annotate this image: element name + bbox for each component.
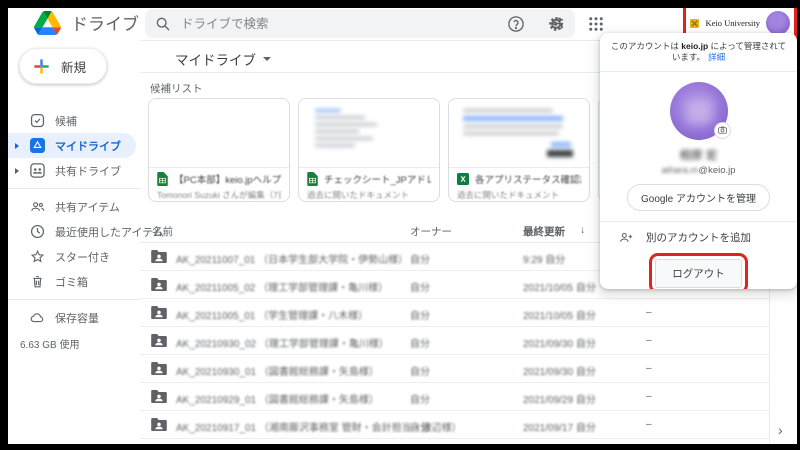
- org-name: Keio University: [705, 18, 760, 28]
- account-popup: このアカウントは keio.jp によって管理されています。詳細 相原 宏 ai…: [600, 33, 797, 289]
- suggestion-card[interactable]: 【PC本部】keio.jpヘルプデ… Tomonori Suzuki さんが編集…: [148, 98, 290, 202]
- page-title: マイドライブ: [175, 49, 256, 69]
- table-row[interactable]: AK_20210930_01 （図書館総務課・矢島様） 自分 2021/09/3…: [140, 355, 769, 383]
- help-icon[interactable]: [507, 15, 525, 33]
- card-thumbnail: [449, 99, 589, 168]
- add-account-item[interactable]: 別のアカウントを追加: [600, 222, 797, 253]
- sidebar-item-starred[interactable]: スター付き: [8, 244, 140, 269]
- column-header-modified[interactable]: 最終更新: [523, 224, 565, 239]
- logout-button[interactable]: ログアウト: [655, 259, 742, 288]
- sidebar-item-shared-with-me[interactable]: 共有アイテム: [8, 194, 140, 219]
- account-display-name: 相原 宏: [600, 147, 797, 163]
- google-drive-window: ドライブ: [8, 8, 797, 444]
- expand-arrow-icon[interactable]: [15, 143, 19, 149]
- storage-used-text: 6.63 GB 使用: [20, 336, 152, 351]
- page-title-dropdown[interactable]: マイドライブ: [175, 49, 271, 69]
- card-title: 各アプリステータス確認記…: [475, 172, 581, 186]
- avatar-large: [670, 82, 728, 140]
- column-header-owner[interactable]: オーナー: [410, 224, 452, 239]
- new-button[interactable]: 新規: [19, 48, 107, 84]
- table-row[interactable]: AK_20210917_01 （湘南藤沢事務室 管財・会計担当・渡辺様） 自分 …: [140, 411, 769, 439]
- shared-folder-icon: [151, 362, 167, 375]
- person-add-icon: [618, 231, 633, 244]
- drive-logo[interactable]: ドライブ: [34, 10, 139, 35]
- shared-folder-icon: [151, 306, 167, 319]
- clock-icon: [30, 224, 45, 239]
- details-link[interactable]: 詳細: [708, 52, 725, 62]
- table-row[interactable]: AK_20211005_01 （学生管理課・八木様） 自分 2021/10/05…: [140, 299, 769, 327]
- account-email: aihara.m@keio.jp: [600, 165, 797, 176]
- my-drive-icon: [30, 138, 45, 153]
- sidebar-nav: 候補 マイドライブ 共有ドライブ: [8, 108, 140, 351]
- settings-gear-icon[interactable]: [547, 15, 565, 33]
- sidebar-item-my-drive[interactable]: マイドライブ: [8, 133, 136, 158]
- avatar[interactable]: [766, 11, 790, 35]
- table-row[interactable]: AK_20210929_01 （図書館総務課・矢島様） 自分 2021/09/2…: [140, 383, 769, 411]
- shared-folder-icon: [151, 250, 167, 263]
- cloud-icon: [30, 310, 45, 325]
- sort-descending-icon[interactable]: ↓: [580, 224, 585, 236]
- card-title: チェックシート_JPアドレス…: [324, 172, 431, 186]
- expand-arrow-icon[interactable]: [15, 168, 19, 174]
- table-row[interactable]: AK_20210930_02 （理工学部管理課・亀川様） 自分 2021/09/…: [140, 327, 769, 355]
- search-icon: [155, 16, 171, 32]
- topbar-actions: [507, 8, 605, 40]
- search-input[interactable]: [181, 17, 550, 31]
- trash-icon: [30, 274, 45, 289]
- sidebar: 新規 候補 マイドライブ: [8, 40, 140, 444]
- drive-triangle-icon: [34, 11, 61, 35]
- managed-account-notice: このアカウントは keio.jp によって管理されています。詳細: [600, 33, 797, 72]
- sidebar-item-shared-drives[interactable]: 共有ドライブ: [8, 158, 140, 183]
- table-row[interactable]: AK_20210916_01 （図書館総務課・矢島様） 自分 2021/09/1…: [140, 439, 769, 444]
- divider: [8, 188, 140, 189]
- sidebar-item-suggestions[interactable]: 候補: [8, 108, 140, 133]
- star-icon: [30, 249, 45, 264]
- chevron-down-icon: [263, 57, 271, 61]
- people-icon: [30, 199, 45, 214]
- sheets-icon: [307, 172, 318, 186]
- camera-icon: [718, 126, 727, 134]
- keio-crest-icon: [690, 19, 699, 28]
- shared-folder-icon: [151, 334, 167, 347]
- manage-account-button[interactable]: Google アカウントを管理: [627, 184, 770, 211]
- shared-folder-icon: [151, 418, 167, 431]
- add-account-label: 別のアカウントを追加: [646, 230, 751, 245]
- check-circle-icon: [30, 113, 45, 128]
- change-photo-button[interactable]: [714, 122, 731, 139]
- shared-folder-icon: [151, 278, 167, 291]
- suggestion-card[interactable]: チェックシート_JPアドレス… 過去に開いたドキュメント: [298, 98, 440, 202]
- card-subtitle: 過去に開いたドキュメント: [307, 189, 431, 201]
- card-thumbnail: [149, 99, 289, 168]
- shared-drive-icon: [30, 163, 45, 178]
- card-subtitle: Tomonori Suzuki さんが編集（7日）: [157, 189, 281, 201]
- card-subtitle: 過去に開いたドキュメント: [457, 189, 581, 201]
- sidebar-item-recent[interactable]: 最近使用したアイテム: [8, 219, 140, 244]
- expand-panel-chevron-icon[interactable]: ›: [778, 422, 783, 438]
- excel-icon: [457, 173, 469, 185]
- shared-folder-icon: [151, 390, 167, 403]
- new-button-label: 新規: [61, 57, 86, 76]
- sidebar-item-trash[interactable]: ゴミ箱: [8, 269, 140, 294]
- apps-grid-icon[interactable]: [587, 15, 605, 33]
- card-thumbnail: [299, 99, 439, 168]
- app-name: ドライブ: [71, 10, 139, 35]
- card-title: 【PC本部】keio.jpヘルプデ…: [174, 172, 281, 186]
- plus-multicolor-icon: [32, 57, 51, 76]
- suggestions-label: 候補リスト: [150, 81, 203, 96]
- sheets-icon: [157, 172, 168, 186]
- suggestion-card[interactable]: 各アプリステータス確認記… 過去に開いたドキュメント: [448, 98, 590, 202]
- sidebar-item-storage[interactable]: 保存容量: [8, 305, 140, 330]
- screenshot-frame: ドライブ: [0, 0, 800, 450]
- divider: [8, 299, 140, 300]
